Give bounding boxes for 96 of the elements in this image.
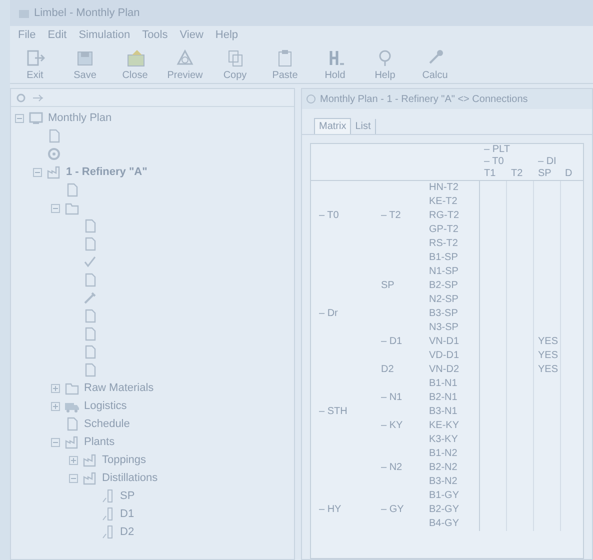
- row-header: VN-D2: [425, 363, 480, 377]
- collapse-toggle[interactable]: [33, 168, 42, 176]
- row-group-label: – T2: [381, 210, 401, 221]
- row-header: B2-GY: [425, 503, 480, 517]
- row-header: B3-SP: [425, 307, 480, 321]
- row-group-label: – D1: [381, 336, 402, 347]
- toolbar-button[interactable]: Exit: [10, 45, 60, 83]
- row-group-label: D2: [381, 364, 394, 375]
- row-group-label: – Dr: [319, 308, 338, 319]
- row-header: B3-N1: [425, 405, 480, 419]
- tree-item[interactable]: Plants: [84, 434, 115, 450]
- expand-toggle[interactable]: [51, 384, 60, 392]
- row-header: B1-GY: [425, 489, 480, 503]
- toolbar-button[interactable]: Preview: [160, 45, 210, 83]
- column-header: D: [561, 168, 583, 181]
- toolbar-button[interactable]: Hold: [310, 45, 360, 83]
- menu-item[interactable]: Simulation: [78, 26, 130, 44]
- row-header: KE-KY: [425, 419, 480, 433]
- table-cell: YES: [538, 350, 558, 361]
- expand-toggle[interactable]: [51, 402, 60, 410]
- row-header: GP-T2: [425, 223, 480, 237]
- collapse-toggle[interactable]: [51, 204, 60, 212]
- collapse-toggle[interactable]: [51, 438, 60, 446]
- tree-item[interactable]: 1 - Refinery "A": [66, 164, 148, 180]
- row-header: B3-N2: [425, 475, 480, 489]
- row-group-label: – N1: [381, 392, 402, 403]
- tab[interactable]: List: [351, 119, 376, 134]
- table-cell: YES: [538, 336, 558, 347]
- close-icon: [125, 48, 145, 68]
- toolbar-button[interactable]: Paste: [260, 45, 310, 83]
- column-group-header: – T0: [483, 156, 505, 168]
- column-group-header: – DI: [537, 156, 558, 168]
- window-title: Limbel - Monthly Plan: [34, 6, 140, 21]
- collapse-toggle[interactable]: [15, 114, 24, 122]
- tree-item[interactable]: Raw Materials: [84, 380, 154, 396]
- menu-item[interactable]: View: [180, 26, 204, 44]
- toolbar-button[interactable]: Save: [60, 45, 110, 83]
- toolbar-button[interactable]: Close: [110, 45, 160, 83]
- factory-icon: [46, 164, 62, 180]
- preview-icon: [175, 48, 195, 68]
- column-header: T1: [480, 168, 507, 181]
- row-group-label: SP: [381, 280, 394, 291]
- row-header: VN-D1: [425, 335, 480, 349]
- toolbar-button[interactable]: Copy: [210, 45, 260, 83]
- link-icon[interactable]: [31, 92, 45, 104]
- row-group-label: – N2: [381, 462, 402, 473]
- table-cell: YES: [538, 364, 558, 375]
- document-title: Monthly Plan - 1 - Refinery "A" <> Connections: [320, 92, 528, 106]
- tree-item[interactable]: Distillations: [102, 470, 158, 486]
- column-header: SP: [534, 168, 561, 181]
- tree-item[interactable]: D1: [120, 506, 134, 522]
- menu-item[interactable]: File: [18, 26, 36, 44]
- tree-item[interactable]: Monthly Plan: [48, 110, 112, 126]
- toolbar-button[interactable]: Calcu: [410, 45, 460, 83]
- tree-item[interactable]: Schedule: [84, 416, 130, 432]
- checkmark-icon: [82, 254, 98, 270]
- row-header: B4-GY: [425, 517, 480, 531]
- row-header: N1-SP: [425, 265, 480, 279]
- collapse-toggle[interactable]: [69, 474, 78, 482]
- row-header: RS-T2: [425, 237, 480, 251]
- row-group-label: – T0: [319, 210, 339, 221]
- tree-item[interactable]: SP: [120, 488, 135, 504]
- row-header: B1-N1: [425, 377, 480, 391]
- row-header: N3-SP: [425, 321, 480, 335]
- row-header: K3-KY: [425, 433, 480, 447]
- row-header: B1-SP: [425, 251, 480, 265]
- tree-item[interactable]: Logistics: [84, 398, 127, 414]
- column-group-header: – PLT: [483, 144, 511, 156]
- factory-icon: [82, 452, 98, 468]
- row-header: VD-D1: [425, 349, 480, 363]
- row-header: B2-N2: [425, 461, 480, 475]
- factory-icon: [64, 434, 80, 450]
- tab[interactable]: Matrix: [314, 118, 352, 134]
- row-header: N2-SP: [425, 293, 480, 307]
- row-header: RG-T2: [425, 209, 480, 223]
- exit-icon: [25, 48, 45, 68]
- menu-item[interactable]: Edit: [48, 26, 67, 44]
- toolbar-button[interactable]: Help: [360, 45, 410, 83]
- row-header: HN-T2: [425, 181, 480, 195]
- row-header: B2-N1: [425, 391, 480, 405]
- row-header: B2-SP: [425, 279, 480, 293]
- tree-item[interactable]: D2: [120, 524, 134, 540]
- row-header: KE-T2: [425, 195, 480, 209]
- row-group-label: – GY: [381, 504, 404, 515]
- row-header: B1-N2: [425, 447, 480, 461]
- menu-item[interactable]: Help: [215, 26, 238, 44]
- menu-item[interactable]: Tools: [142, 26, 168, 44]
- tree-item[interactable]: Toppings: [102, 452, 146, 468]
- row-group-label: – HY: [319, 504, 342, 515]
- expand-toggle[interactable]: [69, 456, 78, 464]
- row-group-label: – STH: [319, 406, 348, 417]
- factory-icon: [82, 470, 98, 486]
- network-icon: [28, 110, 44, 126]
- pen-icon: [82, 290, 98, 306]
- column-header: T2: [507, 168, 534, 181]
- row-group-label: – KY: [381, 420, 403, 431]
